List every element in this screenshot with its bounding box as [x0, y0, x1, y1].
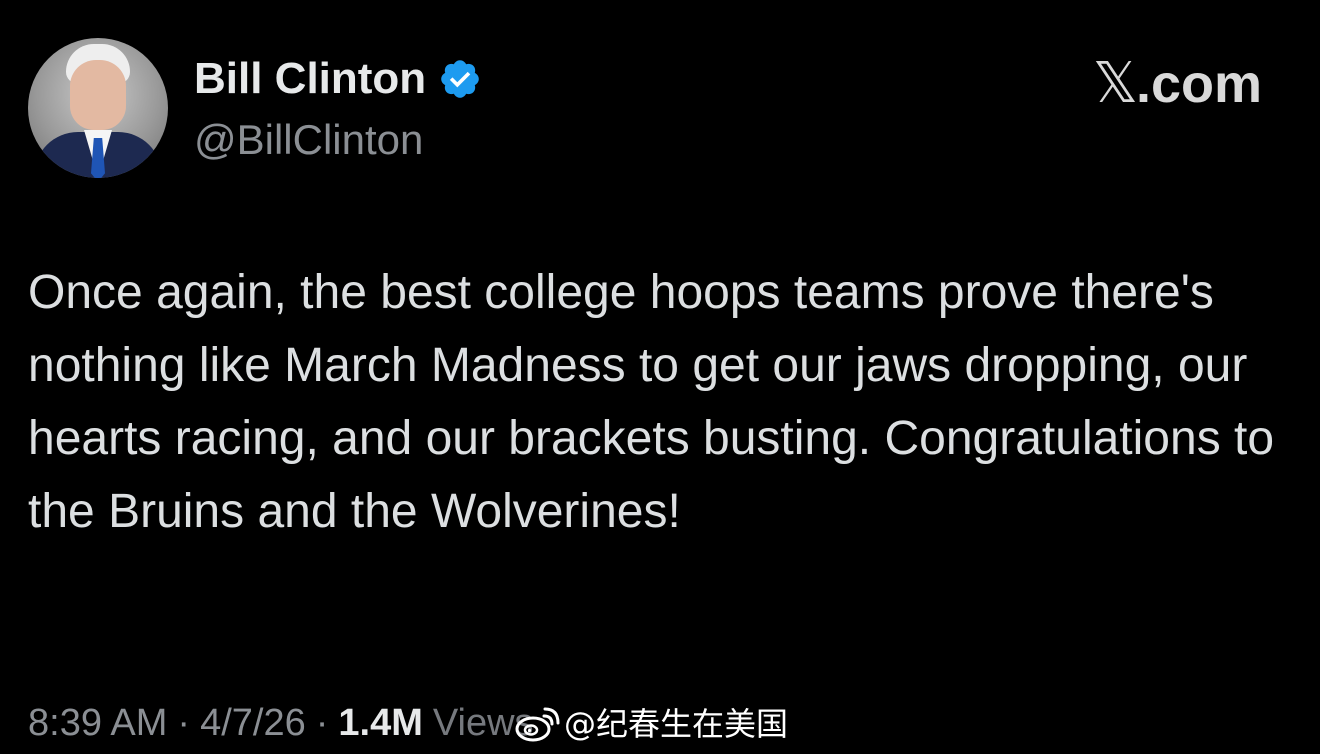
watermark: @纪春生在美国	[514, 702, 788, 746]
avatar-face	[70, 60, 126, 130]
meta-separator: ·	[315, 702, 329, 744]
x-logo-icon: 𝕏	[1092, 51, 1138, 116]
author-display-name[interactable]: Bill Clinton	[194, 54, 426, 104]
avatar[interactable]	[28, 38, 168, 178]
weibo-logo-icon	[514, 704, 560, 744]
tweet-date[interactable]: 4/7/26	[200, 698, 306, 748]
x-com-logo: 𝕏 .com	[1092, 51, 1262, 116]
watermark-text: @纪春生在美国	[564, 705, 789, 743]
views-count[interactable]: 1.4M	[338, 698, 422, 748]
brand-suffix: .com	[1135, 54, 1262, 114]
meta-separator: ·	[177, 702, 191, 744]
verified-badge-icon	[438, 57, 482, 101]
tweet-text: Once again, the best college hoops teams…	[28, 266, 1275, 538]
tweet-time[interactable]: 8:39 AM	[28, 698, 167, 748]
author-name-row: Bill Clinton	[194, 54, 482, 104]
tweet-meta: 8:39 AM · 4/7/26 · 1.4M Views	[28, 698, 534, 748]
author-handle[interactable]: @BillClinton	[194, 116, 423, 164]
